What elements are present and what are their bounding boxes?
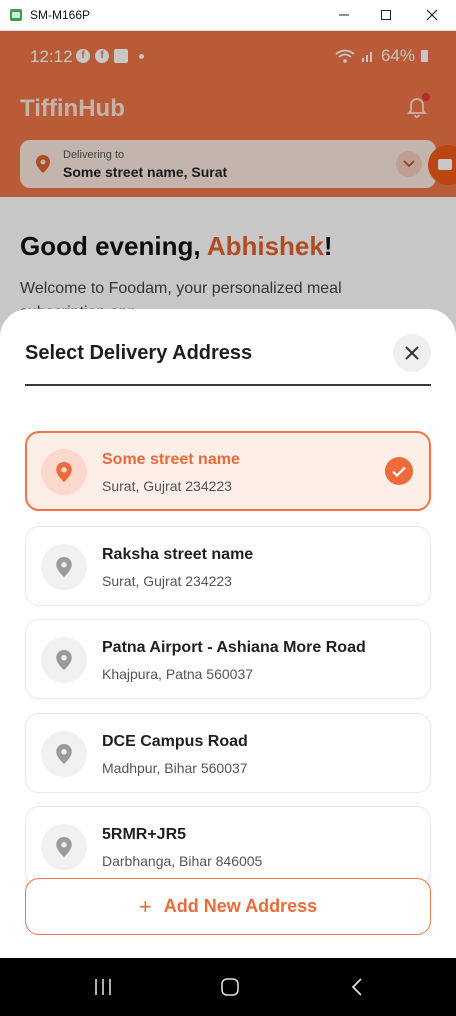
add-new-address-button[interactable]: + Add New Address: [25, 878, 431, 935]
app-window-icon: [10, 9, 22, 21]
location-pin-icon: [56, 650, 72, 670]
address-title: DCE Campus Road: [102, 733, 248, 750]
home-icon[interactable]: [215, 972, 245, 1002]
location-pin-icon: [56, 557, 72, 577]
address-icon-wrap: [41, 637, 87, 683]
address-item[interactable]: DCE Campus Road Madhpur, Bihar 560037: [25, 713, 431, 793]
address-icon-wrap: [41, 544, 87, 590]
address-subtitle: Darbhanga, Bihar 846005: [102, 853, 263, 869]
address-item[interactable]: Raksha street name Surat, Gujrat 234223: [25, 526, 431, 606]
address-subtitle: Khajpura, Patna 560037: [102, 666, 254, 682]
address-bottom-sheet: Select Delivery Address Some street name…: [0, 309, 456, 959]
divider: [25, 384, 431, 386]
location-pin-icon: [56, 462, 72, 482]
address-item[interactable]: Some street name Surat, Gujrat 234223: [25, 431, 431, 511]
phone-screen: 12:12 f f 64% TiffinHub Delivering to So…: [0, 31, 456, 1016]
plus-icon: +: [138, 893, 152, 919]
address-title: Some street name: [102, 451, 240, 468]
address-subtitle: Madhpur, Bihar 560037: [102, 760, 248, 776]
window-title: SM-M166P: [30, 8, 91, 22]
location-pin-icon: [56, 837, 72, 857]
address-icon-wrap: [41, 731, 87, 777]
window-close-icon[interactable]: [418, 4, 446, 26]
address-title: Raksha street name: [102, 546, 254, 563]
android-nav-bar: [0, 958, 456, 1016]
close-icon: [405, 346, 419, 360]
address-title: 5RMR+JR5: [102, 826, 187, 843]
address-subtitle: Surat, Gujrat 234223: [102, 478, 232, 494]
maximize-icon[interactable]: [372, 4, 400, 26]
minimize-icon[interactable]: [330, 4, 358, 26]
check-icon: [385, 457, 413, 485]
window-titlebar: SM-M166P: [0, 0, 456, 31]
add-new-address-label: Add New Address: [163, 896, 318, 916]
address-title: Patna Airport - Ashiana More Road: [102, 639, 366, 656]
close-button[interactable]: [393, 334, 431, 372]
address-item[interactable]: Patna Airport - Ashiana More Road Khajpu…: [25, 619, 431, 699]
back-icon[interactable]: [342, 972, 372, 1002]
location-pin-icon: [56, 744, 72, 764]
address-item[interactable]: 5RMR+JR5 Darbhanga, Bihar 846005: [25, 806, 431, 886]
address-subtitle: Surat, Gujrat 234223: [102, 573, 232, 589]
sheet-title: Select Delivery Address: [25, 342, 253, 364]
address-icon-wrap: [41, 449, 87, 495]
recent-apps-icon[interactable]: [88, 972, 118, 1002]
address-icon-wrap: [41, 824, 87, 870]
